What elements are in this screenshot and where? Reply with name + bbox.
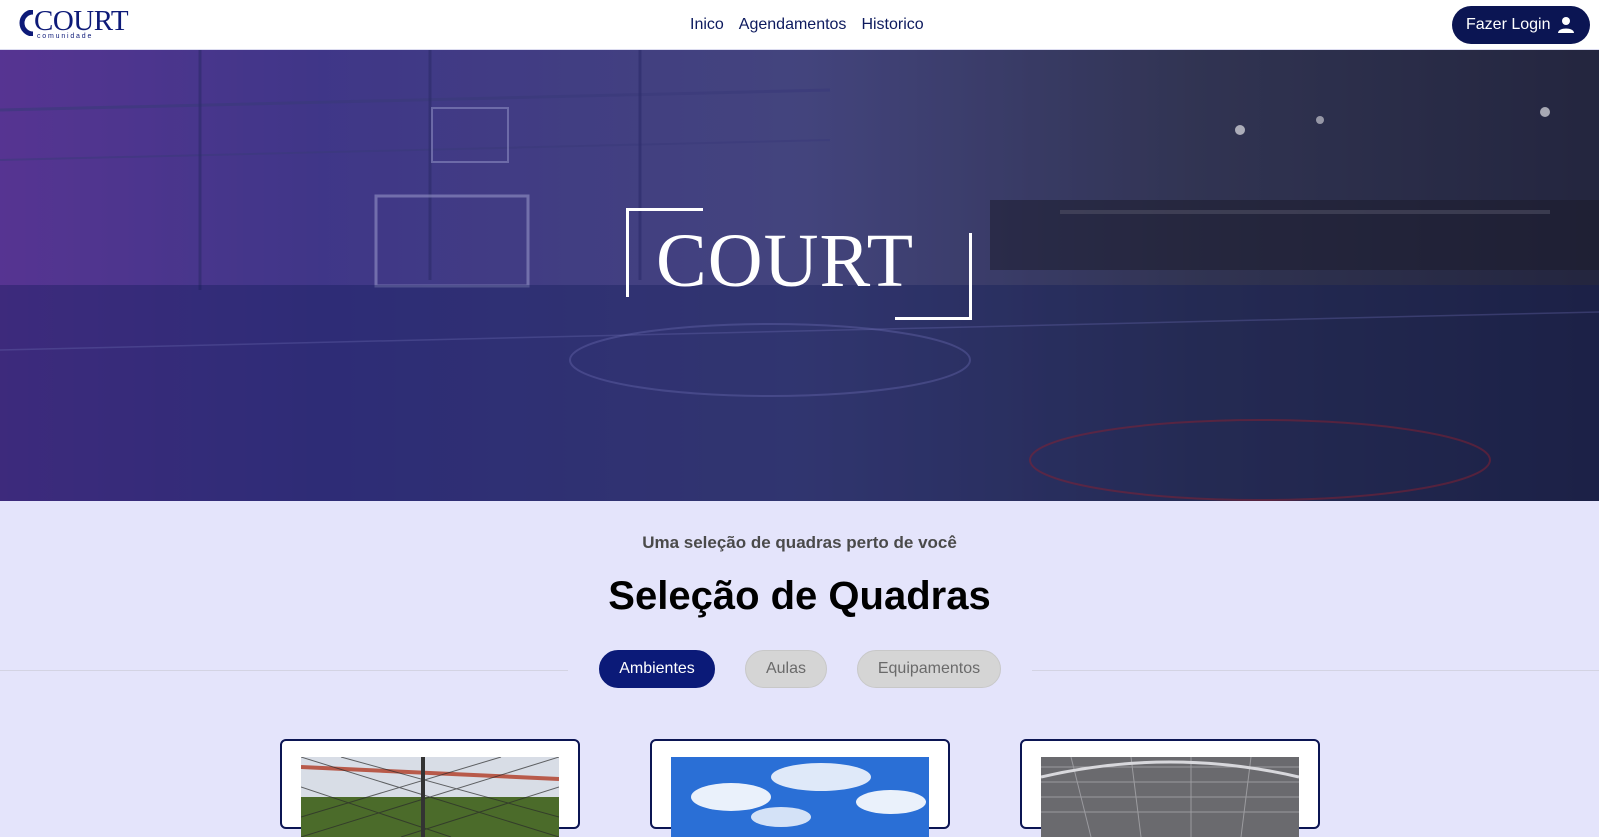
user-icon [1558, 17, 1574, 33]
site-logo[interactable]: COURT comunidade [16, 6, 136, 42]
nav-link-historico[interactable]: Historico [861, 16, 923, 34]
login-button[interactable]: Fazer Login [1452, 6, 1590, 44]
logo-tagline: comunidade [37, 33, 94, 40]
login-button-label: Fazer Login [1466, 16, 1551, 33]
nav-link-inicio[interactable]: Inico [690, 16, 724, 34]
court-photo-net [301, 757, 559, 837]
category-tabs: Ambientes Aulas Equipamentos [599, 650, 1001, 688]
hero-banner: COURT [0, 50, 1599, 501]
main-nav: Inico Agendamentos Historico [690, 16, 924, 34]
court-card[interactable] [650, 739, 950, 837]
section-title: Seleção de Quadras [608, 574, 991, 618]
hero-logo: COURT [626, 208, 972, 320]
divider-left [0, 670, 568, 671]
divider-right [1032, 670, 1599, 671]
tab-aulas[interactable]: Aulas [745, 650, 827, 688]
court-photo-sky [671, 757, 929, 837]
tab-equipamentos[interactable]: Equipamentos [857, 650, 1001, 688]
hero-logo-text: COURT [656, 219, 915, 303]
section-subtitle: Uma seleção de quadras perto de você [642, 533, 957, 552]
top-navbar: COURT comunidade Inico Agendamentos Hist… [0, 0, 1599, 50]
court-card[interactable] [1020, 739, 1320, 837]
logo-text: COURT [34, 5, 129, 37]
c-mark-icon [19, 10, 34, 36]
tab-ambientes[interactable]: Ambientes [599, 650, 715, 688]
court-photo-roof [1041, 757, 1299, 837]
court-card[interactable] [280, 739, 580, 837]
nav-link-agendamentos[interactable]: Agendamentos [739, 16, 847, 34]
